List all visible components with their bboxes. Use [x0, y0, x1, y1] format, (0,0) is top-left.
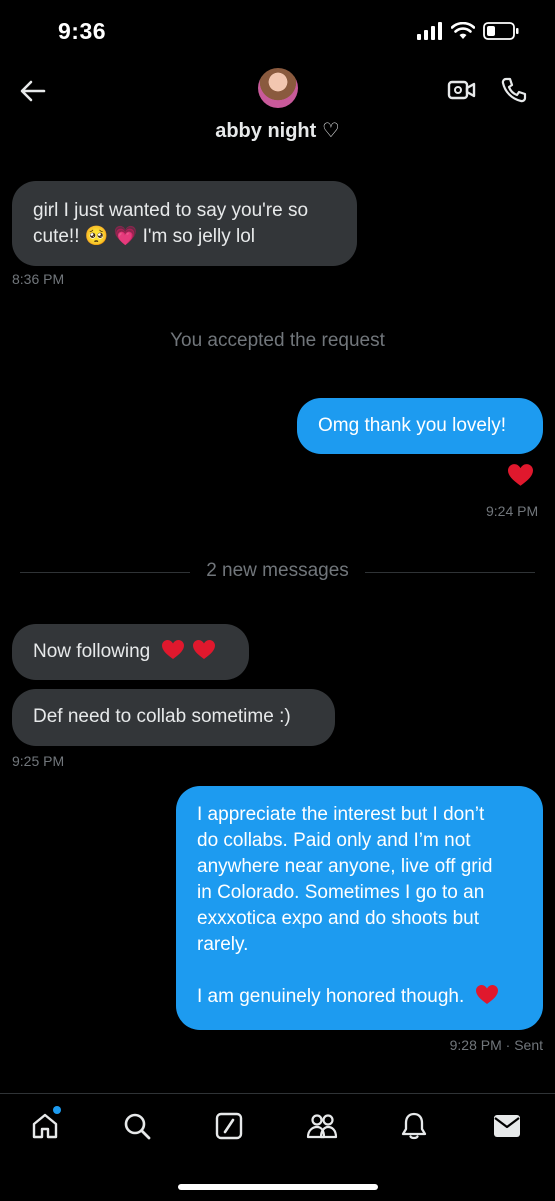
message-timestamp: 8:36 PM	[12, 271, 65, 287]
message-meta: 9:28 PM · Sent	[450, 1037, 543, 1053]
status-icons	[417, 22, 519, 40]
tab-notifications[interactable]	[396, 1108, 432, 1144]
search-icon	[124, 1113, 151, 1140]
heart-emoji-icon	[475, 985, 498, 1004]
outgoing-message[interactable]: I appreciate the interest but I don’t do…	[176, 786, 543, 1030]
heart-emoji-icon	[192, 640, 215, 659]
video-call-button[interactable]	[446, 74, 478, 106]
notifications-icon	[401, 1112, 427, 1140]
battery-icon	[483, 22, 519, 40]
incoming-message[interactable]: girl I just wanted to say you're so cute…	[12, 181, 357, 266]
new-messages-divider: 2 new messages	[20, 560, 535, 581]
conversation-header: abby night ♡	[0, 62, 555, 154]
home-indicator[interactable]	[178, 1184, 378, 1190]
message-text: Omg thank you lovely!	[318, 415, 506, 436]
incoming-message[interactable]: Now following	[12, 624, 249, 680]
video-camera-icon	[447, 80, 476, 100]
heart-emoji-icon	[161, 640, 184, 659]
message-text: Def need to collab sometime :)	[33, 706, 291, 727]
signal-icon	[417, 22, 442, 40]
communities-icon	[306, 1114, 338, 1139]
heart-reaction-icon	[508, 464, 533, 486]
voice-call-button[interactable]	[498, 74, 530, 106]
message-timestamp: 9:24 PM	[486, 503, 539, 519]
message-timestamp: 9:28 PM	[449, 1037, 502, 1053]
message-text: Now following	[33, 641, 151, 662]
back-button[interactable]	[18, 76, 48, 106]
compose-icon	[215, 1112, 243, 1140]
phone-icon	[501, 77, 527, 103]
tab-communities[interactable]	[304, 1108, 340, 1144]
message-timestamp: 9:25 PM	[12, 753, 65, 769]
divider-label: 2 new messages	[198, 560, 357, 581]
home-icon	[32, 1113, 58, 1139]
status-time: 9:36	[58, 18, 107, 44]
tab-messages[interactable]	[489, 1108, 525, 1144]
back-arrow-icon	[20, 80, 46, 102]
status-bar: 9:36	[0, 0, 555, 62]
contact-name[interactable]: abby night ♡	[0, 118, 555, 143]
messages-icon	[494, 1115, 520, 1137]
system-note: You accepted the request	[170, 330, 385, 351]
notification-dot	[53, 1106, 61, 1114]
wifi-icon	[451, 22, 475, 39]
outgoing-message[interactable]: Omg thank you lovely!	[297, 398, 543, 454]
incoming-message[interactable]: Def need to collab sometime :)	[12, 689, 335, 746]
tab-home[interactable]	[27, 1106, 63, 1144]
message-text: girl I just wanted to say you're so cute…	[33, 200, 309, 247]
tab-compose[interactable]	[211, 1108, 247, 1144]
message-status: · Sent	[505, 1037, 543, 1053]
message-text: I appreciate the interest but I don’t do…	[197, 804, 493, 1007]
avatar[interactable]	[258, 68, 298, 108]
message-reaction[interactable]	[508, 464, 533, 489]
tab-search[interactable]	[119, 1108, 155, 1144]
